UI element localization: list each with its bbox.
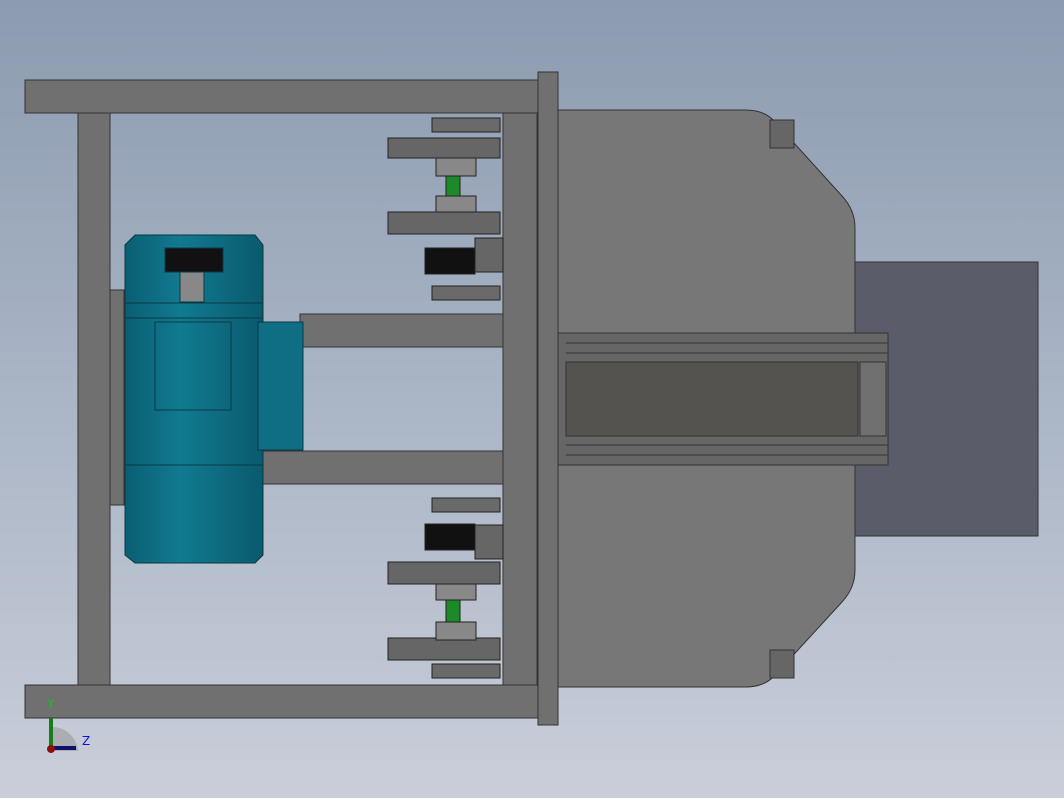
triad-y-label: Y xyxy=(47,697,55,711)
electric-motor xyxy=(124,234,304,564)
drive-assembly-bottom xyxy=(387,497,504,679)
cad-model-viewport[interactable] xyxy=(0,0,1064,798)
axis-triad xyxy=(47,718,78,753)
discharge-chute xyxy=(555,332,889,466)
triad-z-label: Z xyxy=(82,734,91,748)
drive-assembly-top xyxy=(387,117,504,301)
